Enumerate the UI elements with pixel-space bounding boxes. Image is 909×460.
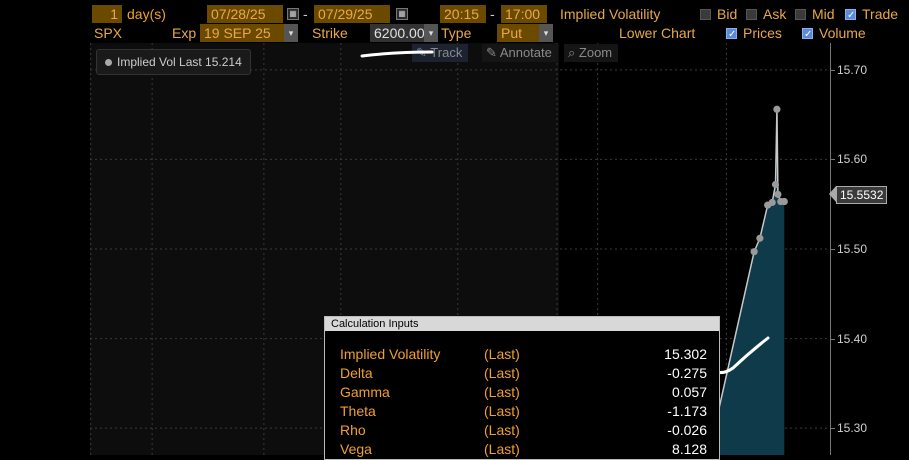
time-range-separator: -	[490, 6, 495, 22]
track-tool[interactable]: ✎ Track	[412, 44, 469, 62]
expiry-label: Exp	[172, 25, 197, 41]
calculation-inputs-panel[interactable]: Calculation Inputs Implied Volatility (La…	[324, 316, 720, 460]
ask-label: Ask	[763, 6, 787, 22]
period-value-input[interactable]: 1	[92, 5, 122, 23]
series-area	[715, 109, 785, 455]
type-select[interactable]: Put	[497, 24, 539, 42]
bid-label: Bid	[717, 6, 738, 22]
end-date-calendar-icon[interactable]: ▦	[396, 8, 408, 20]
calc-row-kind-2: (Last)	[484, 384, 520, 400]
ticker-label: SPX	[94, 25, 123, 41]
calc-row-value-3: -1.173	[667, 403, 707, 419]
data-point-9[interactable]	[780, 197, 788, 206]
volume-checkbox[interactable]	[802, 26, 813, 44]
volume-toggle[interactable]: Volume	[802, 24, 866, 44]
end-date-input[interactable]: 07/29/25	[314, 5, 390, 23]
start-date-calendar-icon[interactable]: ▦	[287, 8, 299, 20]
calc-row-kind-4: (Last)	[484, 422, 520, 438]
y-tick-mark-4	[830, 428, 835, 430]
data-point-4[interactable]	[768, 198, 776, 207]
mid-checkbox[interactable]	[795, 8, 806, 20]
ask-checkbox[interactable]	[746, 8, 757, 20]
type-dropdown-icon[interactable]: ▾	[539, 24, 553, 42]
mid-label: Mid	[812, 6, 835, 22]
y-tick-label-1: 15.60	[837, 152, 868, 167]
prices-toggle[interactable]: Prices	[726, 24, 782, 44]
start-date-input[interactable]: 07/28/25	[207, 5, 283, 23]
calc-row-name-1: Delta	[340, 365, 373, 381]
mid-toggle[interactable]: Mid	[795, 5, 835, 23]
type-label: Type	[441, 25, 472, 41]
y-tick-mark-2	[830, 249, 835, 250]
data-point-2[interactable]	[756, 234, 764, 242]
strike-dropdown-icon[interactable]: ▾	[424, 24, 438, 42]
legend-marker-icon	[105, 59, 112, 66]
calc-row-name-2: Gamma	[340, 384, 390, 400]
annotate-icon: ✎	[486, 45, 497, 60]
track-label: Track	[430, 45, 463, 60]
bid-toggle[interactable]: Bid	[700, 5, 737, 23]
y-tick-label-4: 15.30	[837, 421, 868, 436]
bid-checkbox[interactable]	[700, 8, 711, 20]
current-value-label: 15.5532	[836, 186, 888, 204]
calc-row-value-5: 8.128	[671, 441, 707, 457]
trade-toggle[interactable]: Trade	[845, 5, 899, 25]
expiry-dropdown-icon[interactable]: ▾	[284, 24, 298, 42]
calculation-inputs-title: Calculation Inputs	[325, 317, 719, 331]
calc-row-value-0: 15.302	[664, 346, 707, 362]
strike-label: Strike	[312, 25, 348, 41]
prices-label: Prices	[743, 25, 782, 41]
track-icon: ✎	[416, 45, 427, 60]
calc-row-value-1: -0.275	[667, 365, 707, 381]
zoom-tool[interactable]: ⌕ Zoom	[564, 44, 619, 62]
zoom-label: Zoom	[578, 45, 613, 60]
end-time-input[interactable]: 17:00	[501, 5, 547, 23]
calc-row-kind-3: (Last)	[484, 403, 520, 419]
y-tick-label-3: 15.40	[837, 331, 868, 346]
calc-row-name-5: Vega	[340, 441, 372, 457]
calc-row-name-0: Implied Volatility	[340, 346, 441, 362]
calc-row-name-4: Rho	[340, 422, 366, 438]
calc-row-name-3: Theta	[340, 403, 376, 419]
data-point-1[interactable]	[750, 248, 758, 256]
trade-checkbox[interactable]	[845, 7, 856, 25]
y-tick-mark-0	[830, 69, 835, 71]
zoom-icon: ⌕	[568, 45, 576, 60]
y-axis: 15.70 15.60 15.50 15.40 15.30 15.5532	[829, 43, 909, 455]
annotate-label: Annotate	[499, 45, 552, 60]
prices-checkbox[interactable]	[726, 26, 737, 44]
chart-series	[711, 105, 788, 455]
period-unit-label: day(s)	[127, 6, 166, 22]
y-tick-label-2: 15.50	[837, 242, 868, 256]
legend-text: Implied Vol Last 15.214	[117, 55, 242, 69]
y-tick-mark-3	[830, 338, 835, 340]
calc-row-kind-5: (Last)	[484, 441, 520, 457]
calc-row-kind-0: (Last)	[484, 346, 520, 362]
ask-toggle[interactable]: Ask	[746, 5, 786, 23]
series-label: Implied Volatility	[560, 6, 661, 22]
data-point-5[interactable]	[771, 180, 780, 189]
chart-legend[interactable]: Implied Vol Last 15.214	[96, 49, 251, 75]
date-range-separator: -	[303, 6, 308, 22]
calc-row-kind-1: (Last)	[484, 365, 520, 381]
y-tick-label-0: 15.70	[837, 62, 868, 77]
y-tick-mark-1	[830, 159, 835, 161]
trade-label: Trade	[862, 6, 899, 22]
volume-label: Volume	[819, 25, 866, 41]
calc-row-value-2: 0.057	[671, 384, 707, 400]
data-point-6[interactable]	[773, 105, 781, 113]
expiry-select[interactable]: 19 SEP 25	[200, 24, 284, 42]
strike-input[interactable]: 6200.00	[370, 24, 424, 42]
calc-row-value-4: -0.026	[667, 422, 707, 438]
start-time-input[interactable]: 20:15	[440, 5, 486, 23]
data-point-7[interactable]	[774, 190, 782, 198]
lower-chart-label: Lower Chart	[619, 25, 696, 41]
annotate-tool[interactable]: ✎ Annotate	[482, 44, 558, 62]
current-value-pointer-icon	[829, 186, 836, 202]
